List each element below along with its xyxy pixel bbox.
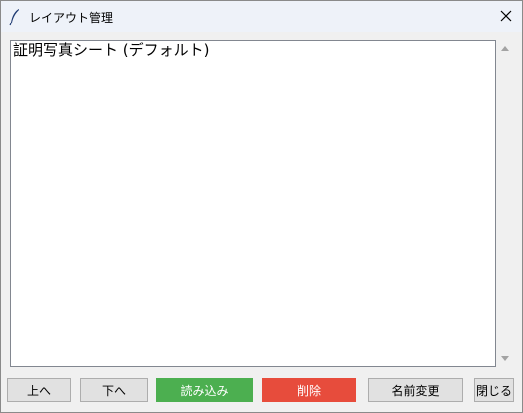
layout-listbox[interactable]: 証明写真シート (デフォルト) bbox=[10, 40, 496, 367]
feather-icon bbox=[9, 8, 21, 26]
list-item[interactable]: 証明写真シート (デフォルト) bbox=[13, 41, 209, 59]
vertical-scrollbar[interactable] bbox=[497, 40, 514, 367]
move-down-button[interactable]: 下へ bbox=[80, 378, 148, 402]
close-window-button[interactable] bbox=[490, 1, 522, 32]
close-button[interactable]: 閉じる bbox=[474, 378, 514, 402]
delete-button[interactable]: 削除 bbox=[262, 378, 356, 402]
move-up-button[interactable]: 上へ bbox=[7, 378, 71, 402]
scroll-up-arrow-icon[interactable] bbox=[501, 46, 509, 51]
title-bar[interactable]: レイアウト管理 bbox=[1, 1, 522, 32]
load-button[interactable]: 読み込み bbox=[156, 378, 253, 402]
rename-button[interactable]: 名前変更 bbox=[368, 378, 463, 402]
layout-manager-window: レイアウト管理 証明写真シート (デフォルト) 上へ 下へ 読み込み 削除 名前… bbox=[0, 0, 523, 413]
window-title: レイアウト管理 bbox=[29, 11, 114, 25]
scroll-down-arrow-icon[interactable] bbox=[501, 356, 509, 361]
close-icon bbox=[500, 7, 512, 26]
